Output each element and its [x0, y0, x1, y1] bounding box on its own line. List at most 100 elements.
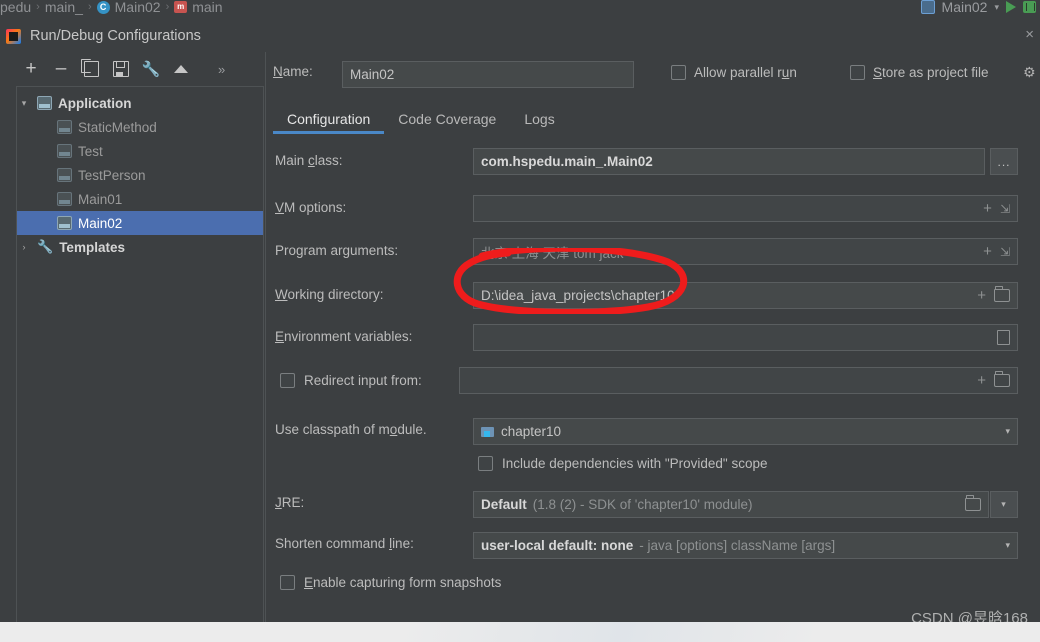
folder-icon[interactable]: [965, 495, 981, 511]
jre-dropdown[interactable]: Default (1.8 (2) - SDK of 'chapter10' mo…: [473, 491, 989, 518]
breadcrumb-item-main02[interactable]: Main02: [115, 0, 161, 15]
name-label: Name:: [273, 64, 313, 79]
expand-macros-icon[interactable]: +: [983, 201, 992, 216]
checkbox-box[interactable]: [280, 575, 295, 590]
decorative-overlay: [400, 622, 960, 642]
chevron-down-icon[interactable]: ▾: [1005, 540, 1010, 551]
vm-options-row: VM options:: [275, 200, 346, 215]
tab-configuration[interactable]: Configuration: [273, 104, 385, 134]
name-value: Main02: [350, 67, 395, 82]
redirect-input-checkbox[interactable]: Redirect input from:: [280, 373, 422, 388]
folder-icon[interactable]: [994, 286, 1010, 302]
tree-group-templates[interactable]: › 🔧 Templates: [17, 235, 263, 259]
move-up-button[interactable]: [166, 56, 196, 82]
checkbox-box[interactable]: [671, 65, 686, 80]
redirect-input-field[interactable]: +: [459, 367, 1018, 394]
use-classpath-label: Use classpath of module.: [275, 422, 427, 437]
tree-item-label: Main01: [78, 191, 123, 207]
program-arguments-value: 北京 上海 天津 tom jack: [481, 245, 624, 261]
close-icon[interactable]: ×: [1025, 27, 1034, 42]
application-icon: [57, 168, 72, 182]
chevron-down-icon[interactable]: ▾: [17, 98, 31, 109]
dropdown-buttons: ▾: [1005, 426, 1010, 437]
save-configuration-button[interactable]: [106, 56, 136, 82]
name-input[interactable]: Main02: [342, 61, 634, 88]
tree-item-main02[interactable]: Main02: [17, 211, 263, 235]
page-bottom-edge: [0, 622, 1040, 642]
shorten-command-detail: - java [options] className [args]: [639, 538, 836, 553]
allow-parallel-run-checkbox[interactable]: Allow parallel run: [671, 65, 797, 80]
tree-item-label: Application: [58, 95, 132, 111]
tab-logs[interactable]: Logs: [510, 104, 568, 134]
expand-macros-icon[interactable]: +: [977, 373, 986, 388]
working-directory-input[interactable]: D:\idea_java_projects\chapter10 +: [473, 282, 1018, 309]
expand-macros-icon[interactable]: +: [983, 244, 992, 259]
enable-snapshots-label: Enable capturing form snapshots: [304, 575, 502, 590]
application-icon: [57, 120, 72, 134]
configuration-form-panel: Name: Main02 Allow parallel run Store as…: [266, 52, 1040, 630]
debug-icon[interactable]: [1023, 1, 1036, 13]
tree-item-staticmethod[interactable]: StaticMethod: [17, 115, 263, 139]
chevron-down-icon[interactable]: ▾: [1005, 426, 1010, 437]
run-icon[interactable]: [1006, 1, 1016, 13]
checkbox-box[interactable]: [478, 456, 493, 471]
run-configuration-selector[interactable]: Main02: [942, 0, 988, 15]
use-classpath-dropdown[interactable]: chapter10 ▾: [473, 418, 1018, 445]
remove-configuration-button[interactable]: [46, 56, 76, 82]
redirect-input-field-buttons: +: [977, 371, 1010, 388]
gear-icon[interactable]: ⚙: [1023, 64, 1036, 81]
folder-icon[interactable]: [994, 371, 1010, 387]
main-class-input[interactable]: com.hspedu.main_.Main02: [473, 148, 985, 175]
store-as-project-file-label: Store as project file: [873, 65, 989, 80]
working-directory-label: Working directory:: [275, 287, 384, 302]
configurations-left-panel: 🔧 » ▾ Application StaticMethod Test: [6, 52, 264, 630]
vm-options-label: VM options:: [275, 200, 347, 215]
expand-editor-icon[interactable]: ⇲: [1000, 245, 1010, 259]
intellij-logo-icon: [6, 28, 21, 44]
expand-macros-icon[interactable]: +: [977, 288, 986, 303]
vm-options-input[interactable]: + ⇲: [473, 195, 1018, 222]
tree-item-label: Test: [78, 143, 103, 159]
enable-snapshots-checkbox[interactable]: Enable capturing form snapshots: [280, 575, 501, 590]
program-arguments-field-buttons: + ⇲: [983, 244, 1010, 259]
checkbox-box[interactable]: [850, 65, 865, 80]
shorten-command-row: Shorten command line:: [275, 536, 414, 551]
chevron-down-icon[interactable]: ▾: [994, 2, 999, 13]
tree-item-label: TestPerson: [78, 167, 146, 183]
checkbox-box[interactable]: [280, 373, 295, 388]
breadcrumb-separator: ›: [165, 1, 170, 13]
chevron-down-icon[interactable]: ▾: [1001, 499, 1007, 510]
environment-variables-label: Environment variables:: [275, 329, 413, 344]
jre-dropdown-button[interactable]: ▾: [990, 491, 1018, 518]
expand-editor-icon[interactable]: ⇲: [1000, 202, 1010, 216]
environment-editor-icon[interactable]: [997, 330, 1010, 345]
tab-code-coverage[interactable]: Code Coverage: [384, 104, 510, 134]
configurations-tree: ▾ Application StaticMethod Test TestPers…: [16, 86, 264, 626]
copy-configuration-button[interactable]: [76, 56, 106, 82]
environment-variables-input[interactable]: [473, 324, 1018, 351]
ide-breadcrumb-strip: pedu › main_ › C Main02 › m main Main02 …: [0, 0, 1040, 20]
program-arguments-input[interactable]: 北京 上海 天津 tom jack + ⇲: [473, 238, 1018, 265]
main-class-browse-button[interactable]: ...: [990, 148, 1018, 175]
tree-item-label: Main02: [78, 215, 123, 231]
edit-templates-button[interactable]: 🔧: [136, 56, 166, 82]
add-configuration-button[interactable]: [16, 56, 46, 82]
chevron-right-icon[interactable]: ›: [17, 242, 31, 252]
breadcrumb-item-method-main[interactable]: main: [192, 0, 222, 15]
tree-item-test[interactable]: Test: [17, 139, 263, 163]
class-icon: C: [96, 0, 110, 14]
tree-item-testperson[interactable]: TestPerson: [17, 163, 263, 187]
module-icon: [481, 426, 495, 438]
include-dependencies-checkbox[interactable]: Include dependencies with "Provided" sco…: [478, 456, 768, 471]
breadcrumb-item-pedu[interactable]: pedu: [0, 0, 31, 15]
run-toolbar: Main02 ▾: [920, 0, 1036, 20]
main-class-label: Main class:: [275, 153, 343, 168]
breadcrumb-item-main[interactable]: main_: [45, 0, 83, 15]
tree-group-application[interactable]: ▾ Application: [17, 91, 263, 115]
shorten-command-dropdown[interactable]: user-local default: none - java [options…: [473, 532, 1018, 559]
tree-item-main01[interactable]: Main01: [17, 187, 263, 211]
method-icon: m: [174, 1, 188, 13]
configurations-toolbar: 🔧 »: [6, 52, 264, 86]
store-as-project-file-checkbox[interactable]: Store as project file: [850, 65, 989, 80]
more-options-button[interactable]: »: [218, 62, 225, 77]
